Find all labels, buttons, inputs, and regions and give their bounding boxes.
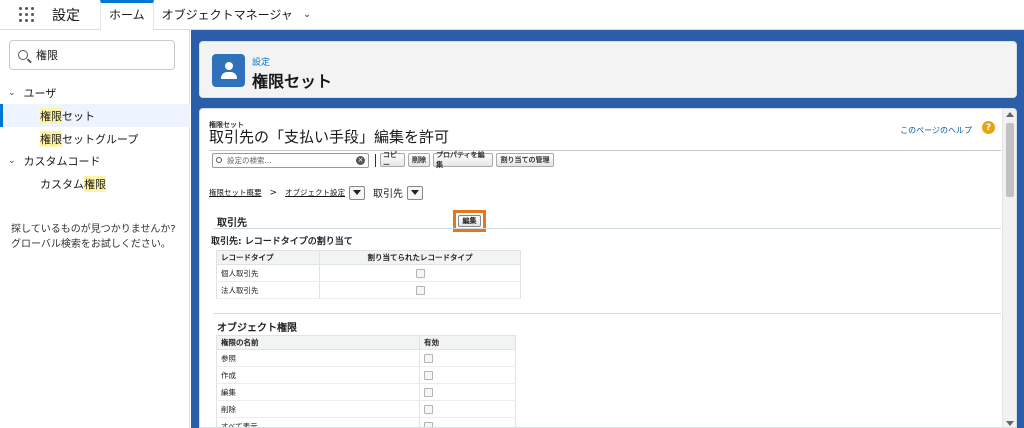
divider: [214, 228, 1001, 229]
search-highlight: 権限: [40, 107, 62, 124]
table-row: 編集: [216, 383, 516, 401]
help-icon[interactable]: ?: [982, 121, 995, 134]
column-header: 割り当てられたレコードタイプ: [319, 250, 521, 265]
enabled-checkbox[interactable]: [424, 404, 433, 414]
permission-name: 参照: [216, 349, 420, 367]
sidebar-item-suffix: セットグループ: [62, 132, 139, 146]
chevron-down-icon: [411, 190, 420, 195]
sidebar-item-permission-sets[interactable]: 権限 セット: [0, 104, 190, 127]
record-type-table: レコードタイプ 割り当てられたレコードタイプ 個人取引先 法人取引先: [216, 250, 521, 299]
search-icon: [216, 157, 222, 163]
setup-search-input[interactable]: 設定の検索... ×: [212, 153, 369, 168]
divider: [209, 150, 1001, 151]
record-title: 取引先の「支払い手段」編集を許可: [209, 128, 450, 146]
search-highlight: 権限: [40, 130, 62, 147]
app-launcher-icon[interactable]: [8, 0, 44, 30]
record-type-name: 個人取引先: [216, 264, 320, 282]
app-name: 設定: [52, 7, 80, 24]
sidebar-item-custom-permissions[interactable]: カスタム 権限: [0, 172, 190, 195]
not-found-hint: 探しているものが見つかりませんか? グローバル検索をお試しください。: [11, 222, 186, 252]
edit-button[interactable]: 編集: [458, 215, 481, 227]
divider: [375, 154, 376, 167]
permission-name: 作成: [216, 366, 420, 384]
enabled-checkbox[interactable]: [424, 421, 433, 427]
setup-search-placeholder: 設定の検索...: [227, 156, 272, 165]
table-row: すべて表示: [216, 417, 516, 427]
tree-group-label: カスタムコード: [23, 155, 101, 168]
tree-group-custom-code[interactable]: ⌄ カスタムコード: [0, 150, 190, 172]
table-row: 作成: [216, 366, 516, 384]
sidebar-item-permission-set-groups[interactable]: 権限 セットグループ: [0, 127, 190, 150]
scroll-thumb[interactable]: [1006, 123, 1014, 197]
permission-name: 削除: [216, 400, 420, 418]
section-title: 取引先: [217, 218, 247, 229]
chevron-down-icon: [353, 190, 362, 195]
content-scrollbar[interactable]: [1002, 109, 1016, 427]
table-row: 削除: [216, 400, 516, 418]
permission-name: すべて表示: [216, 417, 420, 427]
tree-group-users[interactable]: ⌄ ユーザ: [0, 82, 190, 104]
chevron-down-icon[interactable]: ⌄: [8, 156, 16, 166]
user-icon: [212, 54, 245, 87]
delete-button[interactable]: 削除: [408, 153, 430, 167]
search-highlight: 権限: [84, 175, 106, 192]
page-header: 設定 権限セット: [199, 41, 1017, 98]
enabled-checkbox[interactable]: [424, 387, 433, 397]
search-icon: [18, 50, 28, 60]
object-permissions-table: 権限の名前 有効 参照 作成 編集 削除 すべて表示: [216, 335, 516, 427]
page-title: 権限セット: [252, 72, 333, 91]
edit-properties-button[interactable]: プロパティを編集: [433, 151, 493, 169]
tree-group-label: ユーザ: [23, 87, 57, 100]
assigned-checkbox[interactable]: [415, 268, 425, 278]
chevron-down-icon[interactable]: ⌄: [303, 9, 311, 20]
object-dropdown[interactable]: [407, 185, 424, 200]
column-header: 有効: [419, 335, 516, 350]
table-row: 個人取引先: [216, 264, 521, 282]
scroll-up-icon[interactable]: [1006, 112, 1014, 117]
chevron-right-icon: >: [269, 187, 278, 198]
sidebar-item-suffix: セット: [62, 109, 95, 123]
enabled-checkbox[interactable]: [424, 353, 433, 363]
manage-assignments-button[interactable]: 割り当ての管理: [496, 153, 554, 167]
permission-set-overview-link[interactable]: 権限セット概要: [209, 187, 262, 198]
tab-home[interactable]: ホーム: [100, 0, 154, 30]
tab-home-label: ホーム: [109, 8, 145, 22]
permission-name: 編集: [216, 383, 420, 401]
object-settings-dropdown[interactable]: [349, 185, 366, 200]
column-header: 権限の名前: [216, 335, 420, 350]
enabled-checkbox[interactable]: [424, 370, 433, 380]
copy-button[interactable]: コピー: [380, 151, 405, 169]
record-type-section-title: 取引先: レコードタイプの割り当て: [211, 237, 353, 247]
clear-icon[interactable]: ×: [356, 156, 365, 165]
object-settings-link[interactable]: オブジェクト設定: [285, 187, 345, 198]
assigned-checkbox[interactable]: [415, 285, 425, 295]
tab-object-manager-label: オブジェクトマネージャ: [161, 8, 293, 22]
tab-object-manager[interactable]: オブジェクトマネージャ ⌄: [154, 0, 320, 30]
not-found-line: 探しているものが見つかりませんか?: [11, 224, 176, 235]
setup-tree: ⌄ ユーザ 権限 セット 権限 セットグループ ⌄ カスタムコード カスタム 権限: [0, 82, 190, 195]
breadcrumb[interactable]: 設定: [252, 55, 270, 68]
help-link[interactable]: このページのヘルプ: [900, 125, 972, 136]
chevron-down-icon[interactable]: ⌄: [8, 88, 16, 98]
global-header: 設定 ホーム オブジェクトマネージャ ⌄: [0, 0, 1024, 30]
table-row: 参照: [216, 349, 516, 367]
column-header: レコードタイプ: [216, 250, 320, 265]
content-frame: 権限セット 取引先の「支払い手段」編集を許可 このページのヘルプ ? 設定の検索…: [199, 108, 1017, 428]
quick-find-input[interactable]: 権限: [9, 40, 175, 70]
table-row: 法人取引先: [216, 281, 521, 299]
divider: [214, 313, 1001, 314]
quick-find-value: 権限: [36, 49, 58, 62]
not-found-line: グローバル検索をお試しください。: [11, 239, 171, 250]
object-breadcrumb: 権限セット概要 > オブジェクト設定 取引先: [209, 185, 424, 200]
setup-sidebar: 権限 ⌄ ユーザ 権限 セット 権限 セットグループ ⌄ カスタムコード カスタム権…: [0, 30, 190, 428]
record-type-name: 法人取引先: [216, 281, 320, 299]
object-permissions-title: オブジェクト権限: [217, 323, 297, 334]
scroll-down-icon[interactable]: [1006, 421, 1014, 426]
current-object: 取引先: [373, 189, 404, 200]
sidebar-item-prefix: カスタム: [40, 177, 84, 191]
